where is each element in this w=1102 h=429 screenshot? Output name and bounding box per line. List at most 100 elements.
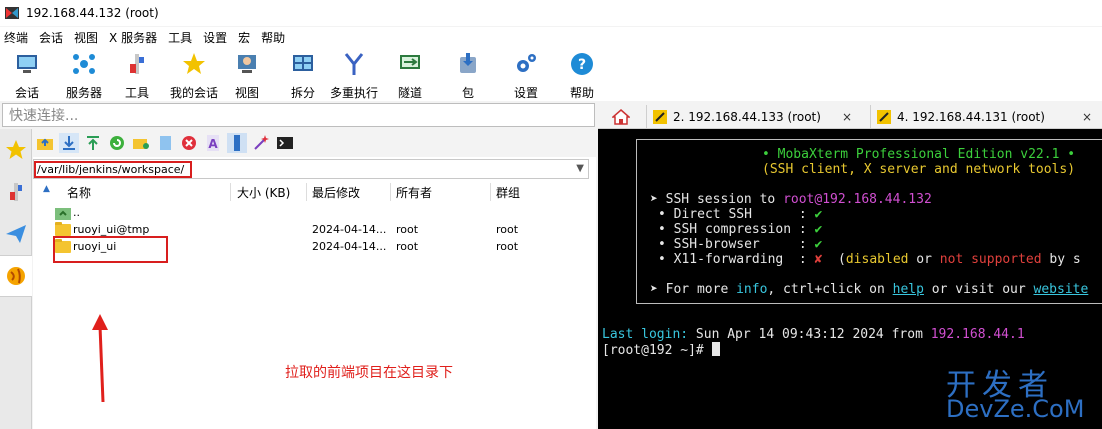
download-button[interactable] bbox=[59, 133, 79, 153]
feature-line: • X11-forwarding : ✘ (disabled or not su… bbox=[658, 252, 1081, 267]
multiexec-icon bbox=[344, 53, 364, 75]
open-terminal-button[interactable] bbox=[227, 133, 247, 153]
folder-highlight-box bbox=[53, 236, 168, 263]
ssh-tab-icon bbox=[653, 110, 667, 124]
tools-sidebar-button[interactable] bbox=[0, 171, 32, 213]
parent-folder-icon bbox=[55, 208, 71, 220]
menu-view[interactable]: 视图 bbox=[70, 29, 102, 46]
list-item-parent[interactable]: .. bbox=[33, 205, 589, 222]
quick-connect-input[interactable]: 快速连接... bbox=[2, 103, 595, 127]
tab-home[interactable] bbox=[606, 105, 638, 129]
tools-icon bbox=[130, 54, 144, 74]
path-input[interactable]: /var/lib/jenkins/workspace/ ▼ bbox=[33, 159, 589, 179]
sessions-sidebar-button[interactable] bbox=[0, 129, 32, 171]
magic-button[interactable] bbox=[251, 133, 271, 153]
column-modified[interactable]: 最后修改 bbox=[312, 184, 360, 201]
new-file-icon bbox=[160, 136, 171, 150]
menu-macros[interactable]: 宏 bbox=[234, 29, 254, 46]
column-size[interactable]: 大小 (KB) bbox=[237, 184, 290, 201]
new-file-button[interactable] bbox=[155, 133, 175, 153]
servers-button[interactable]: 服务器 bbox=[62, 47, 106, 101]
tools-icon bbox=[10, 183, 22, 201]
help-button[interactable]: ? 帮助 bbox=[567, 47, 597, 101]
settings-button[interactable]: 设置 bbox=[511, 47, 541, 101]
menu-tools[interactable]: 工具 bbox=[164, 29, 196, 46]
macros-sidebar-button[interactable] bbox=[0, 213, 32, 255]
chevron-down-icon[interactable]: ▼ bbox=[576, 163, 584, 174]
close-icon[interactable]: × bbox=[1082, 110, 1092, 124]
delete-icon bbox=[182, 136, 196, 150]
tab-session-2[interactable]: 2. 192.168.44.133 (root) × bbox=[646, 105, 862, 129]
tunnel-icon bbox=[400, 55, 420, 69]
tab-label: 2. 192.168.44.133 (root) bbox=[673, 110, 821, 124]
text-cursor bbox=[711, 342, 720, 356]
help-icon: ? bbox=[571, 53, 593, 75]
title-bar: 192.168.44.132 (root) bbox=[0, 0, 1102, 26]
view-button[interactable]: 视图 bbox=[232, 47, 262, 101]
menu-bar: 终端 会话 视图 X 服务器 工具 设置 宏 帮助 bbox=[0, 27, 1102, 47]
session-tabs: 2. 192.168.44.133 (root) × 4. 192.168.44… bbox=[598, 103, 1102, 129]
feature-line: • SSH compression : ✔ bbox=[658, 222, 823, 237]
tab-session-4[interactable]: 4. 192.168.44.131 (root) × bbox=[870, 105, 1102, 129]
tools-button[interactable]: 工具 bbox=[122, 47, 152, 101]
rename-button[interactable]: A bbox=[203, 133, 223, 153]
parent-label: .. bbox=[73, 206, 80, 219]
file-modified: 2024-04-14... bbox=[312, 223, 387, 236]
globe-icon bbox=[7, 267, 25, 285]
remote-editor-icon bbox=[234, 135, 240, 151]
tunnel-button[interactable]: 隧道 bbox=[395, 47, 425, 101]
close-icon[interactable]: × bbox=[842, 110, 852, 124]
sort-arrow-icon[interactable]: ▲ bbox=[43, 184, 50, 194]
parent-folder-button[interactable] bbox=[35, 133, 55, 153]
feature-line: • SSH-browser : ✔ bbox=[658, 237, 823, 252]
ssh-tab-icon bbox=[877, 110, 891, 124]
path-highlight-box bbox=[34, 161, 192, 178]
terminal-icon bbox=[277, 137, 293, 149]
website-link[interactable]: website bbox=[1034, 282, 1089, 297]
annotation-arrow bbox=[92, 314, 108, 403]
quick-connect-placeholder: 快速连接... bbox=[9, 108, 79, 124]
home-icon bbox=[612, 109, 630, 125]
menu-xserver[interactable]: X 服务器 bbox=[105, 29, 161, 46]
menu-sessions[interactable]: 会话 bbox=[35, 29, 67, 46]
star-icon bbox=[6, 140, 26, 159]
column-group[interactable]: 群组 bbox=[496, 184, 520, 201]
tab-label: 4. 192.168.44.131 (root) bbox=[897, 110, 1045, 124]
folder-icon bbox=[55, 222, 71, 236]
session-button[interactable]: 会话 bbox=[12, 47, 42, 101]
terminal-button[interactable] bbox=[275, 133, 295, 153]
delete-button[interactable] bbox=[179, 133, 199, 153]
sftp-sidebar-button[interactable] bbox=[0, 255, 32, 297]
sftp-toolbar: A bbox=[33, 129, 596, 157]
multiexec-button[interactable]: 多重执行 bbox=[328, 47, 380, 101]
watermark-domain: DevZe.CoM bbox=[946, 395, 1085, 423]
menu-settings[interactable]: 设置 bbox=[199, 29, 231, 46]
settings-icon bbox=[517, 54, 536, 72]
file-group: root bbox=[496, 223, 519, 236]
column-name[interactable]: 名称 bbox=[67, 184, 91, 201]
menu-terminal[interactable]: 终端 bbox=[0, 29, 32, 46]
menu-help[interactable]: 帮助 bbox=[257, 29, 289, 46]
banner-line-1: • MobaXterm Professional Edition v22.1 • bbox=[762, 147, 1076, 162]
ssh-session-line: ➤ SSH session to root@192.168.44.132 bbox=[650, 192, 932, 207]
upload-icon bbox=[87, 136, 99, 150]
packages-button[interactable]: 包 bbox=[453, 47, 483, 101]
split-button[interactable]: 拆分 bbox=[288, 47, 318, 101]
annotation-note: 拉取的前端项目在这目录下 bbox=[285, 365, 453, 381]
refresh-icon bbox=[110, 136, 124, 150]
upload-button[interactable] bbox=[83, 133, 103, 153]
session-icon bbox=[17, 55, 37, 73]
app-logo-icon bbox=[5, 7, 19, 19]
new-folder-icon bbox=[133, 139, 149, 149]
new-folder-button[interactable] bbox=[131, 133, 151, 153]
column-owner[interactable]: 所有者 bbox=[396, 184, 432, 201]
split-icon bbox=[293, 55, 313, 71]
refresh-button[interactable] bbox=[107, 133, 127, 153]
info-line: ➤ For more info, ctrl+click on help or v… bbox=[650, 282, 1089, 297]
help-link[interactable]: help bbox=[893, 282, 924, 297]
file-group: root bbox=[496, 240, 519, 253]
window-title: 192.168.44.132 (root) bbox=[26, 6, 159, 20]
my-sessions-button[interactable]: 我的会话 bbox=[168, 47, 220, 101]
star-icon bbox=[183, 53, 205, 74]
sftp-browser: A /var/lib/jenkins/workspace/ ▼ ▲ 名称 大小 … bbox=[33, 129, 596, 429]
